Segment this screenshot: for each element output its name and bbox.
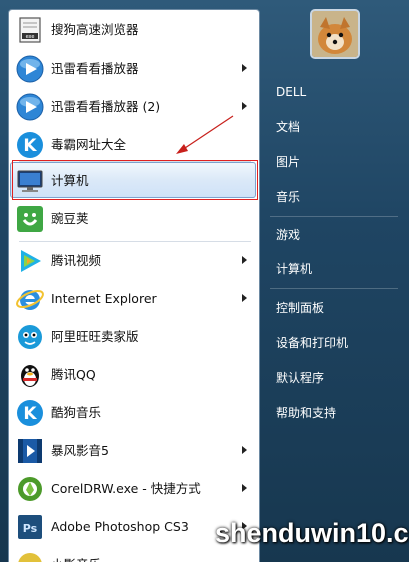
wandoujia-icon [17, 206, 43, 232]
tencent-video-icon [21, 250, 41, 272]
menu-item-kugou-music[interactable]: K 酷狗音乐 [9, 394, 259, 432]
submenu-arrow-icon [242, 256, 247, 264]
dog-picture-icon [312, 11, 358, 57]
menu-item-label: 迅雷看看播放器 (2) [51, 99, 161, 114]
menu-item-label: 腾讯视频 [51, 253, 102, 268]
svg-text:Ps: Ps [23, 522, 38, 535]
places-pane: DELL 文档 图片 音乐 游戏 计算机 控制面板 设备和打印机 默认程序 帮助… [262, 0, 409, 562]
menu-item-label: 酷狗音乐 [51, 405, 102, 420]
places-item-pictures[interactable]: 图片 [276, 152, 300, 172]
places-item-user[interactable]: DELL [276, 82, 306, 102]
music-icon [18, 553, 42, 562]
menu-item-tencent-qq[interactable]: 腾讯QQ [9, 356, 259, 394]
menu-item-label: 毒霸网址大全 [51, 137, 127, 152]
xunlei-player-icon [16, 93, 44, 121]
menu-item-label: CorelDRW.exe - 快捷方式 [51, 481, 201, 496]
submenu-arrow-icon [242, 484, 247, 492]
svg-text:exe: exe [26, 34, 35, 40]
qq-penguin-icon [21, 365, 39, 387]
menu-item-aliwangwang[interactable]: 阿里旺旺卖家版 [9, 318, 259, 356]
watermark: shenduwin10.com [215, 518, 409, 548]
photoshop-icon: Ps [18, 515, 42, 539]
start-menu: exe 搜狗高速浏览器 迅雷看看播放器 迅雷看看播放器 (2) K 毒霸网址大全… [0, 0, 409, 562]
places-item-default-programs[interactable]: 默认程序 [276, 368, 324, 388]
svg-text:K: K [23, 136, 37, 156]
xunlei-player-icon [16, 55, 44, 83]
menu-item-label: Internet Explorer [51, 291, 157, 306]
places-item-music[interactable]: 音乐 [276, 187, 300, 207]
menu-item-xunlei-player[interactable]: 迅雷看看播放器 [9, 50, 259, 88]
menu-item-label: 小影音乐 [51, 546, 101, 562]
internet-explorer-icon [16, 289, 44, 310]
coreldraw-icon [18, 477, 42, 501]
menu-item-tencent-video[interactable]: 腾讯视频 [9, 242, 259, 280]
divider [270, 288, 398, 289]
places-item-control-panel[interactable]: 控制面板 [276, 298, 324, 318]
programs-pane: exe 搜狗高速浏览器 迅雷看看播放器 迅雷看看播放器 (2) K 毒霸网址大全… [8, 9, 260, 562]
menu-item-label: 暴风影音5 [51, 443, 109, 458]
menu-item-label: 阿里旺旺卖家版 [51, 329, 139, 344]
kugou-k-icon: K [17, 400, 43, 426]
menu-item-duba-sites[interactable]: K 毒霸网址大全 [9, 126, 259, 164]
aliwangwang-icon [18, 325, 42, 349]
menu-item-baofeng[interactable]: 暴风影音5 [9, 432, 259, 470]
submenu-arrow-icon [242, 64, 247, 72]
submenu-arrow-icon [242, 102, 247, 110]
places-item-games[interactable]: 游戏 [276, 225, 300, 245]
menu-item-label: 豌豆荚 [51, 211, 89, 226]
menu-item-label: Adobe Photoshop CS3 [51, 519, 189, 534]
places-item-help-support[interactable]: 帮助和支持 [276, 403, 336, 423]
menu-item-label: 搜狗高速浏览器 [51, 22, 139, 37]
places-item-computer[interactable]: 计算机 [276, 259, 312, 279]
baofeng-icon [18, 439, 42, 463]
places-item-devices-printers[interactable]: 设备和打印机 [276, 333, 348, 353]
annotation-highlight-box [12, 160, 258, 200]
svg-text:K: K [23, 404, 37, 424]
menu-item-coreldraw[interactable]: CorelDRW.exe - 快捷方式 [9, 470, 259, 508]
menu-item-label: 迅雷看看播放器 [51, 61, 139, 76]
submenu-arrow-icon [242, 446, 247, 454]
user-avatar[interactable] [310, 9, 360, 59]
divider [270, 216, 398, 217]
duba-k-icon: K [17, 132, 43, 158]
menu-item-internet-explorer[interactable]: Internet Explorer [9, 280, 259, 318]
menu-item-wandoujia[interactable]: 豌豆荚 [9, 200, 259, 238]
menu-item-label: 腾讯QQ [51, 367, 96, 382]
places-item-documents[interactable]: 文档 [276, 117, 300, 137]
submenu-arrow-icon [242, 294, 247, 302]
menu-item-xunlei-player-2[interactable]: 迅雷看看播放器 (2) [9, 88, 259, 126]
sogou-browser-icon: exe [19, 17, 41, 43]
menu-item-sogou-browser[interactable]: exe 搜狗高速浏览器 [9, 11, 259, 49]
